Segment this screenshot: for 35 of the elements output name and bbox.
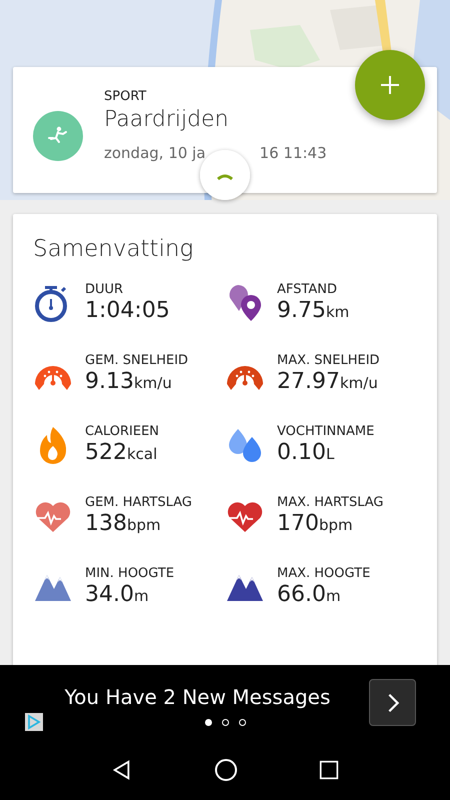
stat-value: 27.97km/u — [277, 369, 379, 394]
stat-value: 9.75km — [277, 298, 350, 323]
stat-value: 522kcal — [85, 440, 158, 465]
home-icon[interactable] — [214, 758, 238, 782]
ad-text[interactable]: You Have 2 New Messages — [64, 685, 330, 709]
stat-label: MAX. HARTSLAG — [277, 495, 384, 510]
stat-value: 9.13km/u — [85, 369, 173, 394]
stat-label: GEM. SNELHEID — [85, 353, 188, 368]
stat-label: CALORIEEN — [85, 424, 160, 439]
next-button[interactable] — [369, 679, 416, 726]
page-dot[interactable] — [204, 718, 212, 726]
page-dot[interactable] — [222, 718, 228, 726]
time-text: 16 11:43 — [260, 144, 327, 162]
stat-value: 170bpm — [277, 511, 354, 536]
stat-value: 138bpm — [85, 511, 162, 536]
stat-value: 1:04:05 — [85, 298, 170, 323]
stat-value: 34.0m — [85, 582, 150, 607]
stat-label: DUUR — [85, 282, 124, 297]
recent-apps-icon[interactable] — [319, 760, 340, 780]
stat-label: VOCHTINNAME — [277, 424, 374, 439]
sport-label: SPORT — [104, 89, 148, 104]
stat-label: GEM. HARTSLAG — [85, 495, 192, 510]
plus-icon — [378, 73, 402, 97]
stat-label: MAX. HOOGTE — [277, 566, 370, 581]
stat-label: AFSTAND — [277, 282, 338, 297]
summary-title: Samenvatting — [33, 236, 194, 262]
stat-value: 0.10L — [277, 440, 336, 465]
page-dot[interactable] — [238, 718, 246, 726]
stat-value: 66.0m — [277, 582, 342, 607]
rider-icon — [33, 111, 83, 161]
ad-banner[interactable]: You Have 2 New Messages — [0, 665, 450, 740]
activity-name: Paardrijden — [104, 107, 230, 132]
stat-label: MAX. SNELHEID — [277, 353, 380, 368]
stat-label: MIN. HOOGTE — [85, 566, 174, 581]
date-text: zondag, 10 ja — [104, 144, 206, 162]
